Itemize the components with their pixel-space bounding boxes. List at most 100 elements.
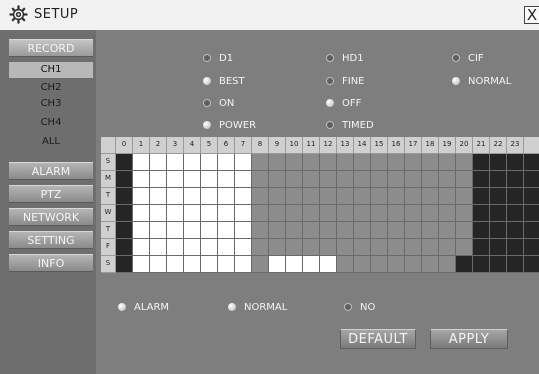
schedule-cell[interactable] <box>320 205 337 222</box>
schedule-cell[interactable] <box>218 205 235 222</box>
schedule-cell[interactable] <box>133 239 150 256</box>
schedule-cell[interactable] <box>286 239 303 256</box>
option-off[interactable]: OFF <box>326 97 361 111</box>
schedule-cell[interactable] <box>354 222 371 239</box>
schedule-cell[interactable] <box>252 171 269 188</box>
schedule-cell[interactable] <box>184 205 201 222</box>
schedule-cell[interactable] <box>337 171 354 188</box>
sidebar-item-ptz[interactable]: PTZ <box>9 185 93 203</box>
schedule-cell[interactable] <box>473 188 490 205</box>
schedule-cell[interactable] <box>507 154 524 171</box>
schedule-cell[interactable] <box>252 256 269 273</box>
schedule-cell[interactable] <box>303 154 320 171</box>
schedule-cell[interactable] <box>473 154 490 171</box>
schedule-cell[interactable] <box>422 154 439 171</box>
legend-normal[interactable]: NORMAL <box>228 301 287 315</box>
schedule-cell[interactable] <box>218 154 235 171</box>
schedule-cell[interactable] <box>286 256 303 273</box>
schedule-cell[interactable] <box>405 222 422 239</box>
option-d1[interactable]: D1 <box>203 52 233 66</box>
schedule-cell[interactable] <box>269 171 286 188</box>
schedule-cell[interactable] <box>371 222 388 239</box>
schedule-cell[interactable] <box>269 256 286 273</box>
schedule-cell[interactable] <box>490 239 507 256</box>
schedule-cell[interactable] <box>201 205 218 222</box>
schedule-cell[interactable] <box>507 256 524 273</box>
sidebar-item-record[interactable]: RECORD <box>9 39 93 57</box>
sidebar-item-alarm[interactable]: ALARM <box>9 162 93 180</box>
schedule-cell[interactable] <box>456 154 473 171</box>
schedule-cell[interactable] <box>201 222 218 239</box>
schedule-cell[interactable] <box>388 205 405 222</box>
schedule-cell[interactable] <box>116 171 133 188</box>
schedule-cell[interactable] <box>507 171 524 188</box>
schedule-cell[interactable] <box>269 222 286 239</box>
schedule-cell[interactable] <box>116 188 133 205</box>
schedule-cell[interactable] <box>320 256 337 273</box>
option-best[interactable]: BEST <box>203 75 245 89</box>
schedule-cell[interactable] <box>371 188 388 205</box>
schedule-cell[interactable] <box>150 188 167 205</box>
schedule-cell[interactable] <box>235 205 252 222</box>
schedule-cell[interactable] <box>422 222 439 239</box>
schedule-cell[interactable] <box>405 154 422 171</box>
schedule-cell[interactable] <box>133 222 150 239</box>
schedule-cell[interactable] <box>184 188 201 205</box>
channel-item-ch2[interactable]: CH2 <box>9 80 93 96</box>
schedule-cell[interactable] <box>439 205 456 222</box>
schedule-cell[interactable] <box>252 188 269 205</box>
schedule-cell[interactable] <box>337 205 354 222</box>
schedule-cell[interactable] <box>507 222 524 239</box>
legend-alarm[interactable]: ALARM <box>118 301 169 315</box>
schedule-cell[interactable] <box>184 154 201 171</box>
schedule-cell[interactable] <box>456 188 473 205</box>
schedule-cell[interactable] <box>490 256 507 273</box>
sidebar-item-network[interactable]: NETWORK <box>9 208 93 226</box>
schedule-cell[interactable] <box>388 171 405 188</box>
schedule-cell[interactable] <box>167 222 184 239</box>
schedule-cell[interactable] <box>337 239 354 256</box>
schedule-cell[interactable] <box>439 188 456 205</box>
option-normal[interactable]: NORMAL <box>452 75 511 89</box>
schedule-cell[interactable] <box>184 171 201 188</box>
schedule-cell[interactable] <box>286 205 303 222</box>
schedule-cell[interactable] <box>269 154 286 171</box>
schedule-cell[interactable] <box>269 239 286 256</box>
channel-item-all[interactable]: ALL <box>9 134 93 150</box>
schedule-cell[interactable] <box>507 239 524 256</box>
schedule-cell[interactable] <box>218 256 235 273</box>
schedule-cell[interactable] <box>354 256 371 273</box>
schedule-cell[interactable] <box>150 256 167 273</box>
schedule-cell[interactable] <box>133 205 150 222</box>
schedule-cell[interactable] <box>184 222 201 239</box>
schedule-cell[interactable] <box>473 256 490 273</box>
schedule-cell[interactable] <box>473 205 490 222</box>
schedule-cell[interactable] <box>133 188 150 205</box>
schedule-cell[interactable] <box>235 239 252 256</box>
schedule-cell[interactable] <box>133 171 150 188</box>
schedule-cell[interactable] <box>456 239 473 256</box>
schedule-cell[interactable] <box>269 205 286 222</box>
schedule-cell[interactable] <box>371 154 388 171</box>
schedule-cell[interactable] <box>218 239 235 256</box>
schedule-cell[interactable] <box>201 239 218 256</box>
schedule-cell[interactable] <box>456 256 473 273</box>
option-on[interactable]: ON <box>203 97 234 111</box>
schedule-cell[interactable] <box>507 205 524 222</box>
schedule-cell[interactable] <box>303 222 320 239</box>
schedule-cell[interactable] <box>303 239 320 256</box>
schedule-cell[interactable] <box>337 256 354 273</box>
schedule-cell[interactable] <box>167 154 184 171</box>
schedule-cell[interactable] <box>286 222 303 239</box>
schedule-cell[interactable] <box>303 171 320 188</box>
option-cif[interactable]: CIF <box>452 52 484 66</box>
option-fine[interactable]: FINE <box>326 75 365 89</box>
option-hd1[interactable]: HD1 <box>326 52 364 66</box>
schedule-cell[interactable] <box>524 171 539 188</box>
schedule-cell[interactable] <box>388 154 405 171</box>
schedule-cell[interactable] <box>524 154 539 171</box>
schedule-cell[interactable] <box>422 171 439 188</box>
schedule-cell[interactable] <box>371 171 388 188</box>
schedule-cell[interactable] <box>388 188 405 205</box>
schedule-cell[interactable] <box>371 256 388 273</box>
